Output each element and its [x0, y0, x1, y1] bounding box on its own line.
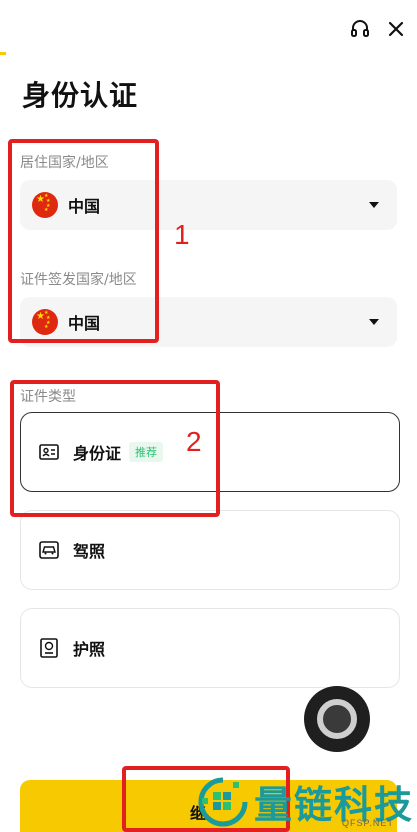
china-flag-icon: ★ ★ ★ ★ ★ — [32, 192, 58, 218]
doc-option-label: 身份证 — [73, 444, 122, 463]
doc-option-label: 驾照 — [73, 542, 106, 561]
issuing-label: 证件签发国家/地区 — [20, 272, 137, 288]
annotation-number-1: 1 — [174, 219, 190, 250]
accent-bar — [0, 52, 6, 55]
annotation-number-2: 2 — [186, 426, 202, 457]
china-flag-icon: ★ ★ ★ ★ ★ — [32, 309, 58, 335]
recommended-badge: 推荐 — [129, 442, 164, 462]
doc-option-id-card[interactable]: 身份证 推荐 — [20, 412, 400, 492]
residence-select[interactable]: ★ ★ ★ ★ ★ 中国 — [20, 180, 397, 230]
header-actions — [349, 18, 407, 40]
issuing-value: 中国 — [68, 314, 101, 333]
watermark-logo-icon — [198, 777, 248, 827]
headset-icon[interactable] — [349, 18, 371, 40]
car-icon — [39, 540, 59, 560]
doc-option-label: 护照 — [73, 640, 106, 659]
residence-label: 居住国家/地区 — [20, 155, 109, 171]
floating-assistant-button[interactable] — [304, 686, 370, 752]
close-icon[interactable] — [385, 18, 407, 40]
doc-option-driver-license[interactable]: 驾照 — [20, 510, 400, 590]
doc-option-passport[interactable]: 护照 — [20, 608, 400, 688]
passport-icon — [39, 638, 59, 658]
id-card-icon — [39, 442, 59, 462]
ring-icon — [317, 699, 357, 739]
watermark-subtext: QFSP.NET — [342, 818, 394, 828]
caret-down-icon — [369, 319, 379, 325]
caret-down-icon — [369, 202, 379, 208]
watermark: 量链科技 QFSP.NET — [196, 770, 417, 832]
residence-value: 中国 — [68, 197, 101, 216]
doc-type-label: 证件类型 — [20, 389, 76, 405]
issuing-select[interactable]: ★ ★ ★ ★ ★ 中国 — [20, 297, 397, 347]
page-title: 身份认证 — [22, 79, 139, 112]
